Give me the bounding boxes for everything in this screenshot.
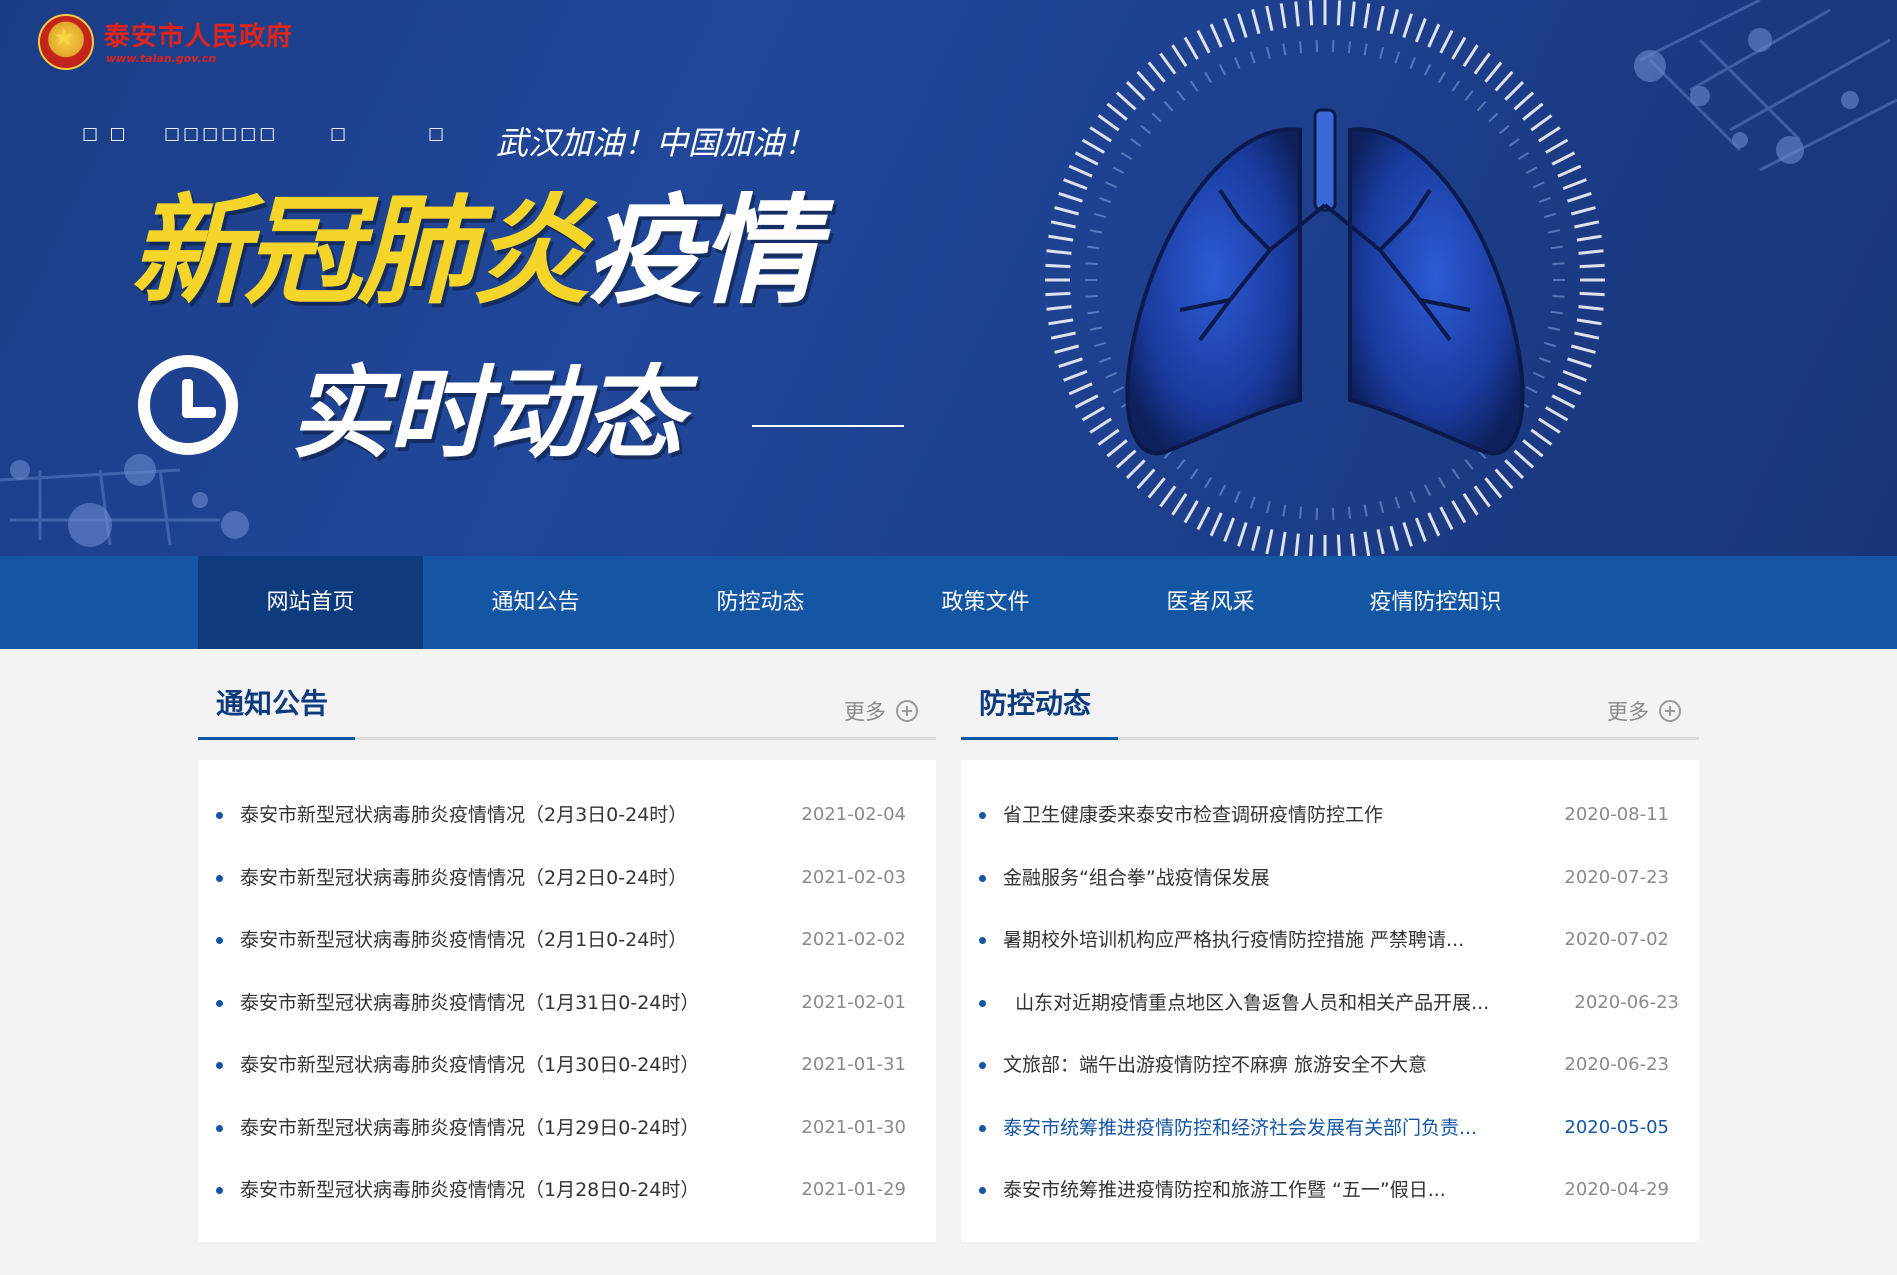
item-title[interactable]: 泰安市新型冠状病毒肺炎疫情情况（2月3日0-24时） xyxy=(240,784,687,846)
item-date: 2020-05-05 xyxy=(1564,1116,1669,1138)
list-item[interactable]: 泰安市新型冠状病毒肺炎疫情情况（1月30日0-24时） 2021-01-31 xyxy=(198,1034,936,1097)
item-title[interactable]: 泰安市统筹推进疫情防控和经济社会发展有关部门负责... xyxy=(1003,1097,1477,1159)
item-date: 2021-01-29 xyxy=(801,1179,906,1200)
item-date: 2020-07-23 xyxy=(1564,866,1669,888)
dynamics-list: 省卫生健康委来泰安市检查调研疫情防控工作 2020-08-11 金融服务“组合拳”… xyxy=(961,760,1699,1222)
header-banner: ★ 泰安市人民政府 www.taian.gov.cn □ □ □□□□□□ □ … xyxy=(0,0,1897,556)
banner-title-white: 疫情 xyxy=(586,182,818,320)
item-date: 2020-08-11 xyxy=(1564,804,1669,825)
item-title[interactable]: 山东对近期疫情重点地区入鲁返鲁人员和相关产品开展... xyxy=(1003,972,1489,1034)
bullet-icon xyxy=(979,999,986,1007)
item-date: 2020-06-23 xyxy=(1564,1054,1669,1075)
banner-subtitle: 实时动态 xyxy=(290,355,684,472)
list-item[interactable]: 泰安市新型冠状病毒肺炎疫情情况（1月28日0-24时） 2021-01-29 xyxy=(198,1159,936,1222)
item-date: 2020-06-23 xyxy=(1574,991,1679,1013)
item-date: 2021-01-30 xyxy=(801,1116,906,1138)
item-title[interactable]: 暑期校外培训机构应严格执行疫情防控措施 严禁聘请... xyxy=(1003,909,1464,971)
item-title[interactable]: 金融服务“组合拳”战疫情保发展 xyxy=(1003,847,1270,909)
list-item[interactable]: 泰安市新型冠状病毒肺炎疫情情况（1月29日0-24时） 2021-01-30 xyxy=(198,1097,936,1160)
item-title[interactable]: 泰安市新型冠状病毒肺炎疫情情况（1月29日0-24时） xyxy=(240,1097,699,1159)
title-underline xyxy=(961,737,1118,740)
star-icon: ★ xyxy=(53,23,75,51)
government-emblem-icon[interactable]: ★ xyxy=(38,14,94,70)
nav-item-dynamics[interactable]: 防控动态 xyxy=(648,556,873,649)
bullet-icon xyxy=(979,874,986,882)
banner-title: 新冠肺炎疫情 xyxy=(130,192,818,310)
title-underline xyxy=(198,737,355,740)
list-item[interactable]: 泰安市新型冠状病毒肺炎疫情情况（2月3日0-24时） 2021-02-04 xyxy=(198,784,936,847)
main-nav: 网站首页 通知公告 防控动态 政策文件 医者风采 疫情防控知识 xyxy=(0,556,1897,649)
plus-circle-icon[interactable] xyxy=(1659,700,1681,722)
dynamics-more-link[interactable]: 更多 xyxy=(1607,696,1681,726)
lungs-illustration xyxy=(1125,108,1525,456)
item-title[interactable]: 泰安市新型冠状病毒肺炎疫情情况（1月30日0-24时） xyxy=(240,1034,699,1096)
list-item[interactable]: 暑期校外培训机构应严格执行疫情防控措施 严禁聘请... 2020-07-02 xyxy=(961,909,1699,972)
list-item[interactable]: 泰安市新型冠状病毒肺炎疫情情况（2月1日0-24时） 2021-02-02 xyxy=(198,909,936,972)
site-url: www.taian.gov.cn xyxy=(106,52,217,65)
bullet-icon xyxy=(216,999,223,1007)
item-title[interactable]: 文旅部：端午出游疫情防控不麻痹 旅游安全不大意 xyxy=(1003,1034,1427,1096)
item-date: 2021-02-04 xyxy=(801,804,906,825)
dynamics-list-panel: 省卫生健康委来泰安市检查调研疫情防控工作 2020-08-11 金融服务“组合拳”… xyxy=(961,760,1699,1242)
bullet-icon xyxy=(216,1187,223,1194)
clock-icon xyxy=(138,355,238,455)
plus-circle-icon[interactable] xyxy=(896,700,918,722)
banner-glyphs: □□□□□□ xyxy=(164,124,279,144)
list-item[interactable]: 泰安市统筹推进疫情防控和旅游工作暨 “五一”假日... 2020-04-29 xyxy=(961,1159,1699,1222)
site-name[interactable]: 泰安市人民政府 xyxy=(104,16,293,53)
item-title[interactable]: 泰安市新型冠状病毒肺炎疫情情况（1月31日0-24时） xyxy=(240,972,699,1034)
banner-slogan: 武汉加油！中国加油！ xyxy=(496,124,817,162)
dynamics-header: 防控动态 更多 xyxy=(961,672,1699,740)
notices-list: 泰安市新型冠状病毒肺炎疫情情况（2月3日0-24时） 2021-02-04 泰安市… xyxy=(198,760,936,1222)
item-title[interactable]: 泰安市新型冠状病毒肺炎疫情情况（2月2日0-24时） xyxy=(240,847,687,909)
list-item[interactable]: 文旅部：端午出游疫情防控不麻痹 旅游安全不大意 2020-06-23 xyxy=(961,1034,1699,1097)
nav-item-policy[interactable]: 政策文件 xyxy=(873,556,1098,649)
nav-item-home[interactable]: 网站首页 xyxy=(198,556,423,649)
item-title[interactable]: 泰安市统筹推进疫情防控和旅游工作暨 “五一”假日... xyxy=(1003,1159,1446,1221)
bullet-icon xyxy=(216,937,223,944)
list-item[interactable]: 泰安市统筹推进疫情防控和经济社会发展有关部门负责... 2020-05-05 xyxy=(961,1097,1699,1160)
banner-glyphs: □ xyxy=(428,124,448,144)
bullet-icon xyxy=(216,1124,223,1132)
dynamics-title: 防控动态 xyxy=(979,687,1092,720)
bullet-icon xyxy=(216,874,223,882)
notices-list-panel: 泰安市新型冠状病毒肺炎疫情情况（2月3日0-24时） 2021-02-04 泰安市… xyxy=(198,760,936,1242)
item-title[interactable]: 泰安市新型冠状病毒肺炎疫情情况（2月1日0-24时） xyxy=(240,909,687,971)
banner-divider xyxy=(752,425,904,427)
more-label[interactable]: 更多 xyxy=(1607,696,1649,726)
list-item[interactable]: 山东对近期疫情重点地区入鲁返鲁人员和相关产品开展... 2020-06-23 xyxy=(961,972,1699,1035)
notices-title: 通知公告 xyxy=(216,687,329,720)
item-title[interactable]: 省卫生健康委来泰安市检查调研疫情防控工作 xyxy=(1003,784,1383,846)
notices-more-link[interactable]: 更多 xyxy=(844,696,918,726)
more-label[interactable]: 更多 xyxy=(844,696,886,726)
list-item[interactable]: 泰安市新型冠状病毒肺炎疫情情况（2月2日0-24时） 2021-02-03 xyxy=(198,847,936,910)
list-item[interactable]: 省卫生健康委来泰安市检查调研疫情防控工作 2020-08-11 xyxy=(961,784,1699,847)
item-date: 2021-02-01 xyxy=(801,991,906,1013)
item-title[interactable]: 泰安市新型冠状病毒肺炎疫情情况（1月28日0-24时） xyxy=(240,1159,699,1221)
nav-item-doctors[interactable]: 医者风采 xyxy=(1098,556,1323,649)
nav-item-knowledge[interactable]: 疫情防控知识 xyxy=(1323,556,1548,649)
list-item[interactable]: 泰安市新型冠状病毒肺炎疫情情况（1月31日0-24时） 2021-02-01 xyxy=(198,972,936,1035)
banner-glyphs: □ xyxy=(330,124,350,144)
nav-item-notices[interactable]: 通知公告 xyxy=(423,556,648,649)
bullet-icon xyxy=(979,812,986,819)
bullet-icon xyxy=(979,1124,986,1132)
bullet-icon xyxy=(979,1062,986,1069)
item-date: 2021-02-03 xyxy=(801,866,906,888)
bullet-icon xyxy=(216,812,223,819)
bullet-icon xyxy=(979,937,986,944)
item-date: 2020-04-29 xyxy=(1564,1179,1669,1200)
bullet-icon xyxy=(216,1062,223,1069)
list-item[interactable]: 金融服务“组合拳”战疫情保发展 2020-07-23 xyxy=(961,847,1699,910)
item-date: 2020-07-02 xyxy=(1564,929,1669,950)
bullet-icon xyxy=(979,1187,986,1194)
item-date: 2021-01-31 xyxy=(801,1054,906,1075)
item-date: 2021-02-02 xyxy=(801,929,906,950)
banner-title-yellow: 新冠肺炎 xyxy=(130,182,590,320)
banner-glyphs: □ □ xyxy=(82,124,129,144)
notices-header: 通知公告 更多 xyxy=(198,672,936,740)
